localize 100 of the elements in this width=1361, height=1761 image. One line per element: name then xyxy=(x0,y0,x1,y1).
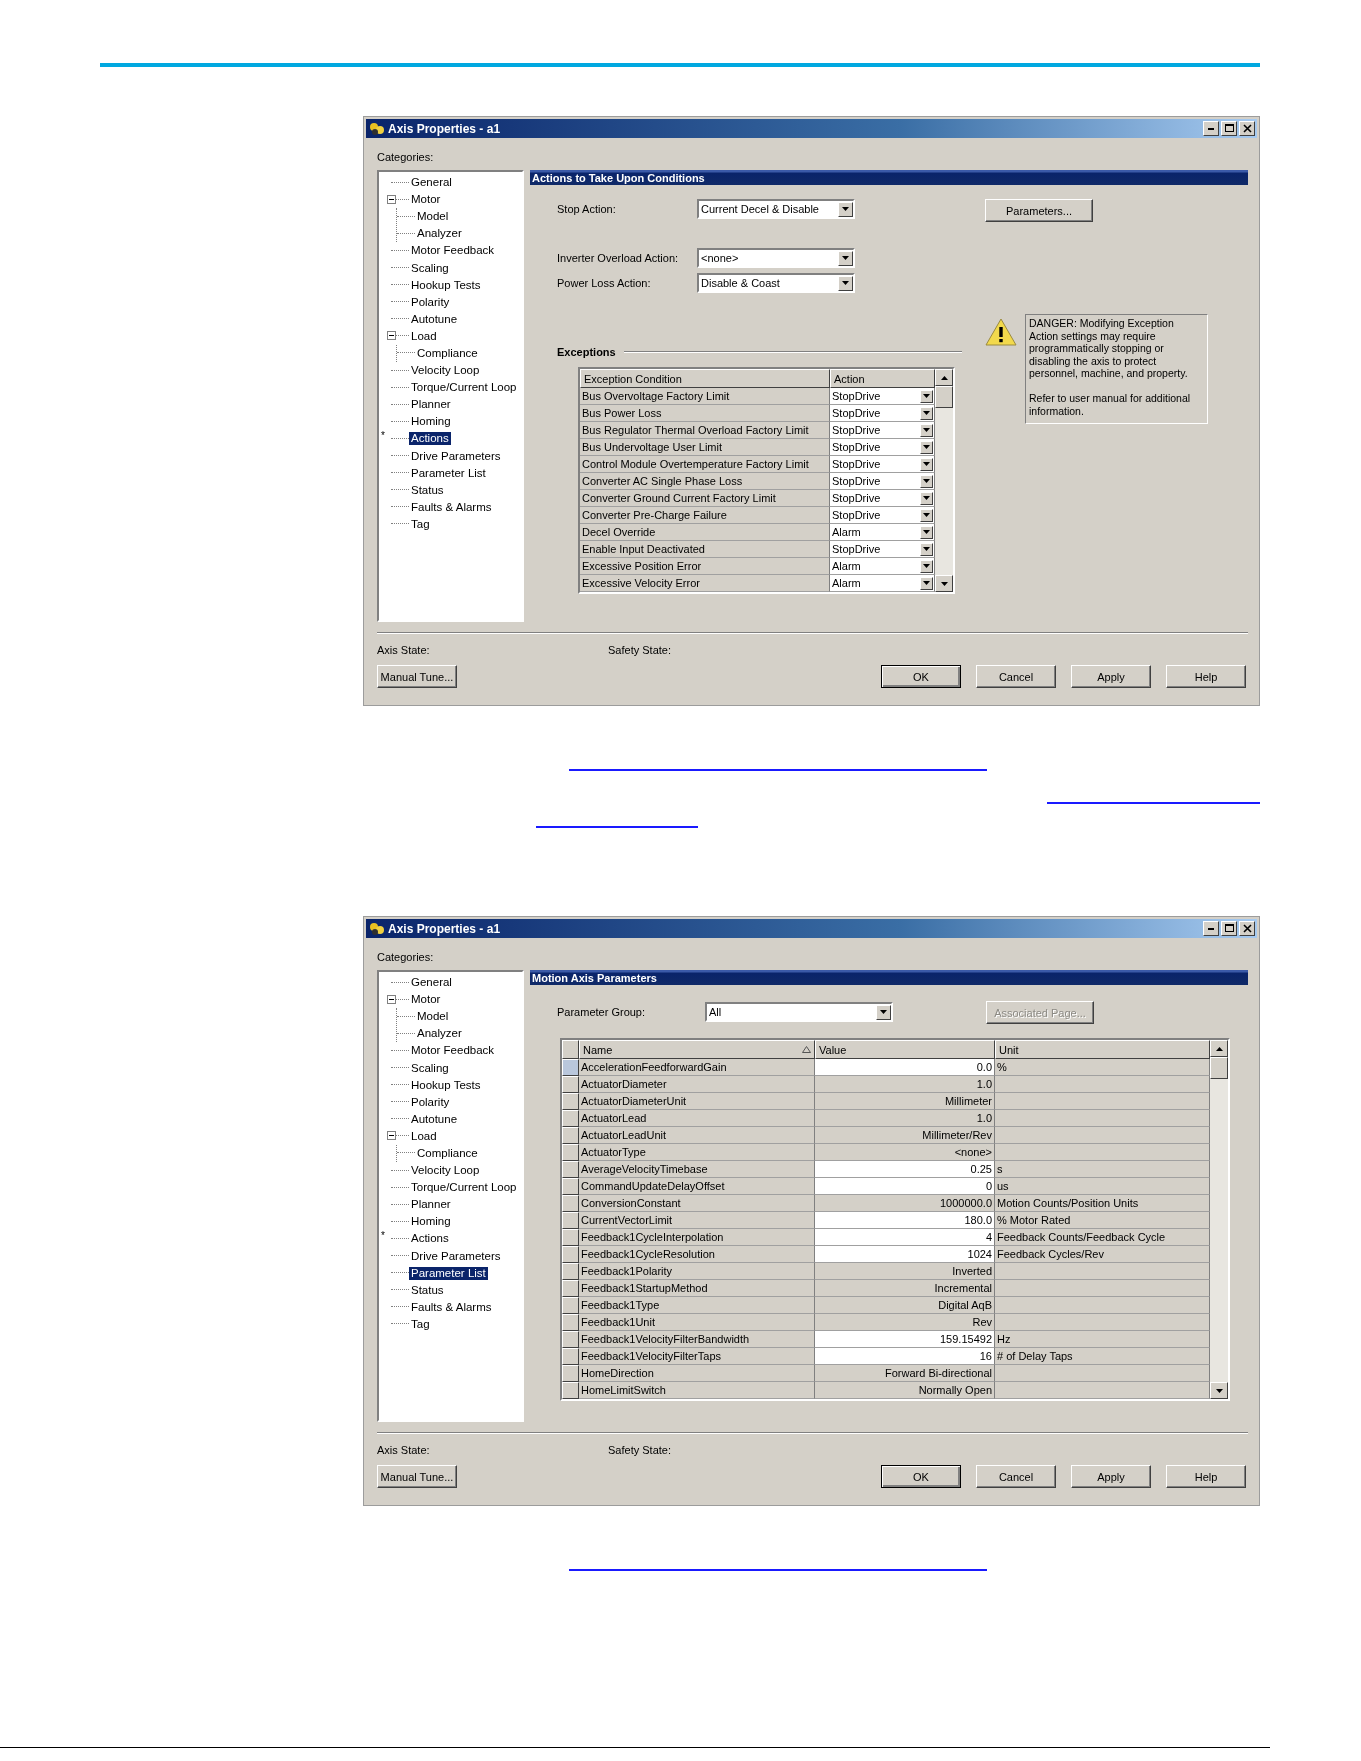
action-dropdown[interactable]: Current Decel & Disable xyxy=(697,199,855,219)
action-dropdown[interactable]: StopDrive xyxy=(830,422,935,439)
row-selector[interactable] xyxy=(562,1144,579,1161)
tree-item[interactable]: Velocity Loop xyxy=(409,1164,482,1178)
tree-item[interactable]: Tag xyxy=(409,1317,432,1331)
tree-item[interactable]: Drive Parameters xyxy=(409,1249,503,1263)
row-selector[interactable] xyxy=(562,1365,579,1382)
value-field[interactable]: 159.15492 xyxy=(815,1331,995,1348)
column-header[interactable]: Value xyxy=(815,1040,995,1059)
tree-item[interactable]: Compliance xyxy=(415,347,480,360)
expander-icon[interactable] xyxy=(387,331,396,341)
maximize-button[interactable] xyxy=(1221,921,1237,936)
action-dropdown[interactable]: StopDrive xyxy=(830,456,935,473)
minimize-button[interactable] xyxy=(1203,121,1219,136)
tree-item[interactable]: Autotune xyxy=(409,312,460,326)
scroll-up-button[interactable] xyxy=(1210,1040,1228,1057)
value-field[interactable]: 16 xyxy=(815,1348,995,1365)
tree-item[interactable]: Scaling xyxy=(409,261,451,275)
value-field[interactable]: 180.0 xyxy=(815,1212,995,1229)
row-selector[interactable] xyxy=(562,1331,579,1348)
tree-item[interactable]: Scaling xyxy=(409,1061,451,1075)
action-dropdown[interactable]: StopDrive xyxy=(830,473,935,490)
dialog-button[interactable]: Apply xyxy=(1071,1465,1151,1488)
row-selector[interactable] xyxy=(562,1127,579,1144)
row-selector[interactable] xyxy=(562,1314,579,1331)
value-field[interactable]: 4 xyxy=(815,1229,995,1246)
column-header[interactable]: Action xyxy=(830,369,935,388)
action-dropdown[interactable]: StopDrive xyxy=(830,507,935,524)
tree-item[interactable]: Compliance xyxy=(415,1147,480,1160)
action-dropdown[interactable]: Disable & Coast xyxy=(697,273,855,293)
dialog-button[interactable]: Apply xyxy=(1071,665,1151,688)
scrollbar[interactable] xyxy=(1210,1040,1228,1399)
tree-item[interactable]: Analyzer xyxy=(415,227,464,241)
action-dropdown[interactable]: StopDrive xyxy=(830,405,935,422)
dialog-button[interactable]: Cancel xyxy=(976,1465,1056,1488)
tree-item[interactable]: General xyxy=(409,176,454,190)
tree-item[interactable]: Analyzer xyxy=(415,1027,464,1041)
tree-item[interactable]: General xyxy=(409,976,454,990)
tree-item[interactable]: Model xyxy=(415,1010,451,1024)
value-field[interactable]: 0.0 xyxy=(815,1059,995,1076)
dialog-button[interactable]: Cancel xyxy=(976,665,1056,688)
tree-item[interactable]: Autotune xyxy=(409,1112,460,1126)
tree-item[interactable]: Homing xyxy=(409,1215,453,1229)
tree-item[interactable]: Model xyxy=(415,210,451,224)
scroll-up-button[interactable] xyxy=(935,369,953,386)
action-dropdown[interactable]: StopDrive xyxy=(830,541,935,558)
expander-icon[interactable] xyxy=(387,1131,396,1141)
tree-item[interactable]: Actions xyxy=(409,432,451,446)
row-selector[interactable] xyxy=(562,1178,579,1195)
tree-item[interactable]: Faults & Alarms xyxy=(409,500,494,514)
scrollbar-thumb[interactable] xyxy=(1210,1057,1228,1079)
tree-item[interactable]: Polarity xyxy=(409,295,452,309)
tree-item[interactable]: Homing xyxy=(409,415,453,429)
scrollbar-thumb[interactable] xyxy=(935,386,953,408)
tree-item[interactable]: Load xyxy=(409,329,439,343)
tree-item[interactable]: Drive Parameters xyxy=(409,449,503,463)
column-header[interactable]: Name xyxy=(579,1040,815,1059)
tree-item[interactable]: Torque/Current Loop xyxy=(409,1181,519,1195)
row-selector[interactable] xyxy=(562,1263,579,1280)
row-selector[interactable] xyxy=(562,1348,579,1365)
tree-item[interactable]: Status xyxy=(409,483,446,497)
column-header[interactable]: Exception Condition xyxy=(580,369,830,388)
tree-item[interactable]: Polarity xyxy=(409,1095,452,1109)
row-selector[interactable] xyxy=(562,1195,579,1212)
tree-item[interactable]: Motor xyxy=(409,993,443,1007)
column-header[interactable]: Unit xyxy=(995,1040,1210,1059)
row-selector[interactable] xyxy=(562,1093,579,1110)
action-dropdown[interactable]: StopDrive xyxy=(830,439,935,456)
parameter-group-dropdown[interactable]: All xyxy=(705,1002,893,1022)
tree-item[interactable]: Motor xyxy=(409,193,443,207)
action-dropdown[interactable]: StopDrive xyxy=(830,490,935,507)
action-dropdown[interactable]: Alarm xyxy=(830,524,935,541)
value-field[interactable]: 0.25 xyxy=(815,1161,995,1178)
tree-item[interactable]: Actions xyxy=(409,1232,451,1246)
row-selector[interactable] xyxy=(562,1059,579,1076)
dialog-button[interactable]: OK xyxy=(881,665,961,688)
action-dropdown[interactable]: <none> xyxy=(697,248,855,268)
action-dropdown[interactable]: Alarm xyxy=(830,558,935,575)
tree-item[interactable]: Hookup Tests xyxy=(409,278,483,292)
dialog-button[interactable]: Manual Tune... xyxy=(377,665,457,688)
action-dropdown[interactable]: StopDrive xyxy=(830,388,935,405)
tree-item[interactable]: Parameter List xyxy=(409,1266,488,1280)
expander-icon[interactable] xyxy=(387,994,396,1004)
row-selector[interactable] xyxy=(562,1246,579,1263)
scroll-down-button[interactable] xyxy=(1210,1382,1228,1399)
close-button[interactable] xyxy=(1239,121,1255,136)
tree-item[interactable]: Status xyxy=(409,1283,446,1297)
tree-item[interactable]: Velocity Loop xyxy=(409,364,482,378)
tree-item[interactable]: Planner xyxy=(409,398,453,412)
tree-item[interactable]: Motor Feedback xyxy=(409,244,497,258)
row-selector[interactable] xyxy=(562,1076,579,1093)
tree-item[interactable]: Hookup Tests xyxy=(409,1078,483,1092)
row-selector[interactable] xyxy=(562,1212,579,1229)
dialog-button[interactable]: Manual Tune... xyxy=(377,1465,457,1488)
tree-item[interactable]: Faults & Alarms xyxy=(409,1300,494,1314)
row-selector[interactable] xyxy=(562,1110,579,1127)
side-button[interactable]: Parameters... xyxy=(985,199,1093,222)
dialog-button[interactable]: Help xyxy=(1166,665,1246,688)
maximize-button[interactable] xyxy=(1221,121,1237,136)
tree-item[interactable]: Parameter List xyxy=(409,466,488,480)
